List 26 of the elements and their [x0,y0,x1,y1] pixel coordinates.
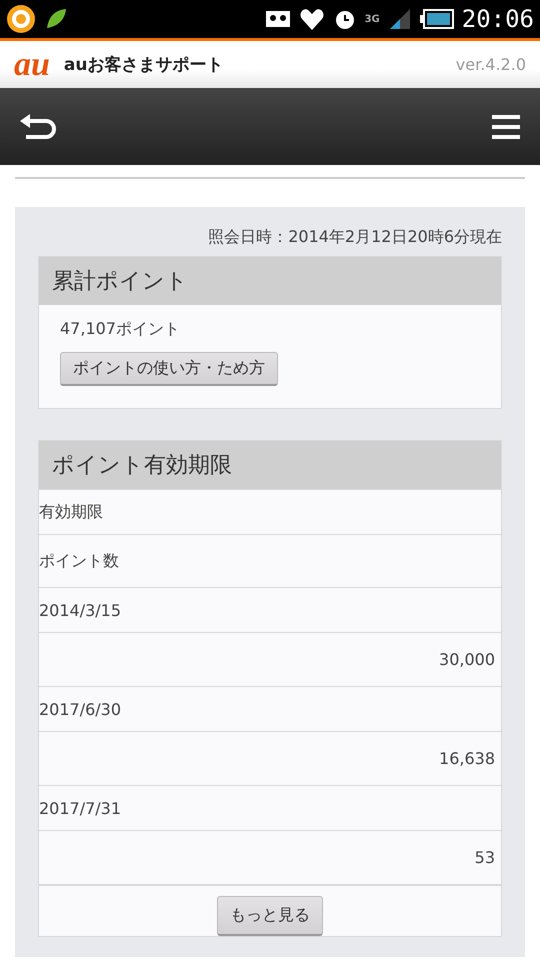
back-icon[interactable] [20,112,56,140]
column-header: 有効期限 [39,502,103,522]
version-label: ver.4.2.0 [456,55,526,74]
clock-time: 20:06 [462,5,534,33]
inquiry-timestamp: 照会日時：2014年2月12日20時6分現在 [207,227,502,248]
point-count: 53 [474,848,495,867]
network-type: 3G [364,14,380,24]
leaf-icon [44,7,68,31]
app-title: auお客さまサポート [64,54,224,76]
column-header: ポイント数 [39,550,119,572]
more-button[interactable]: もっと見る [217,896,323,936]
battery-icon [420,9,454,29]
logo: au [14,48,50,82]
expiry-date: 2017/7/31 [39,798,122,818]
points-total: 47,107ポイント [60,319,181,340]
expiry-date: 2014/3/15 [39,600,122,620]
menu-icon[interactable] [492,112,520,140]
app-icon [6,4,36,34]
expiry-date: 2017/6/30 [39,700,122,718]
point-count: 16,638 [439,749,495,768]
cassette-icon [264,9,291,29]
usage-guide-button[interactable]: ポイントの使い方・ため方 [60,352,278,386]
card-heading: ポイント有効期限 [39,441,501,489]
point-count: 30,000 [439,650,495,669]
signal-icon [388,7,412,31]
card-heading: 累計ポイント [39,257,501,305]
